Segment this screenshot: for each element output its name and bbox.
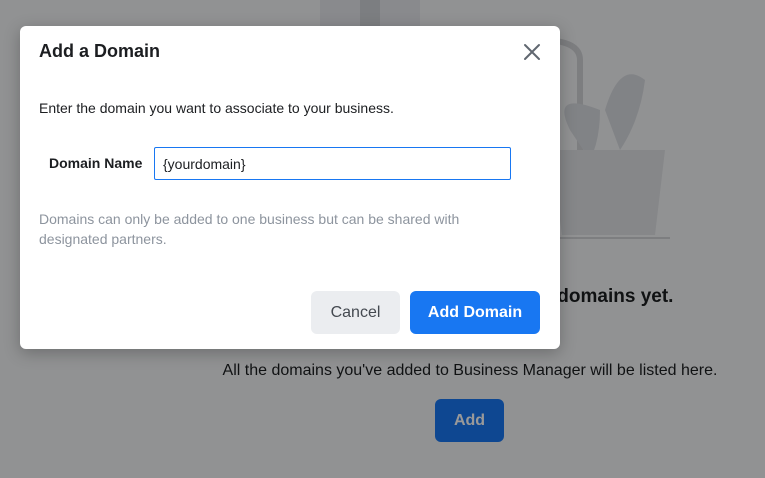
add-domain-button[interactable]: Add Domain: [410, 291, 540, 334]
close-button[interactable]: [522, 42, 542, 62]
domain-name-input[interactable]: [154, 147, 511, 180]
help-text: Domains can only be added to one busines…: [39, 211, 460, 247]
dialog-title: Add a Domain: [39, 41, 161, 61]
close-icon: [524, 44, 540, 60]
cancel-button[interactable]: Cancel: [311, 291, 400, 334]
domain-name-label: Domain Name: [49, 155, 143, 171]
dialog-description: Enter the domain you want to associate t…: [39, 100, 394, 116]
add-domain-dialog: Add a Domain Enter the domain you want t…: [20, 26, 560, 349]
